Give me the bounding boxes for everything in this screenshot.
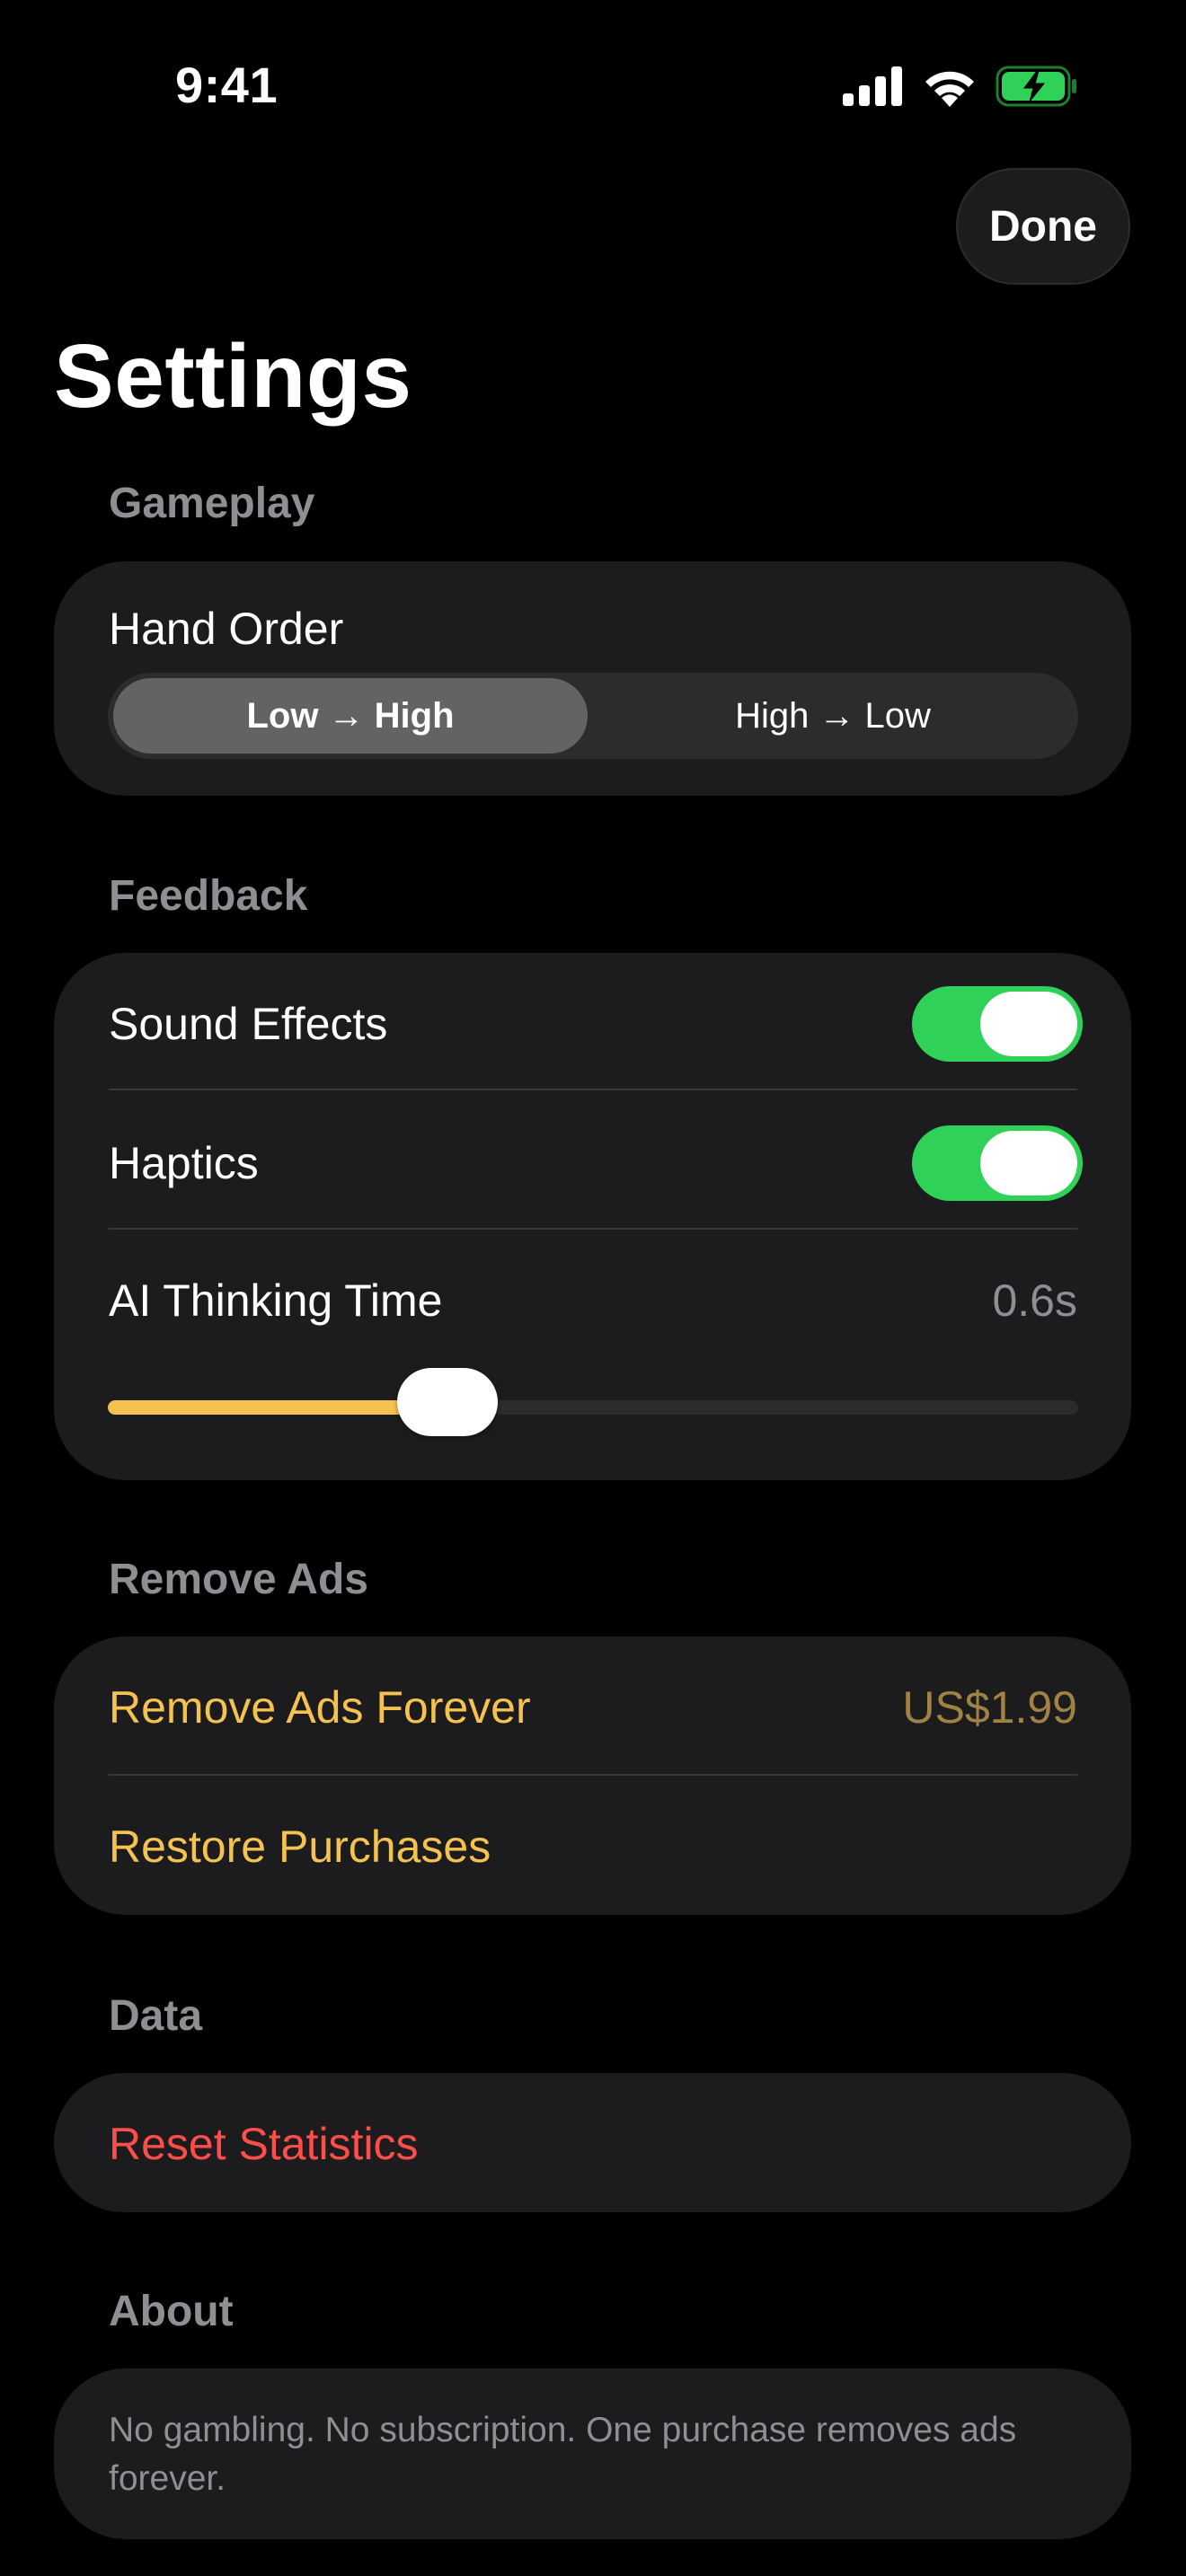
settings-screen: 9:41 Done Settings Gameplay Hand Order L… [0, 0, 1186, 2576]
data-card: Reset Statistics [54, 2073, 1131, 2212]
divider [109, 1089, 1077, 1090]
hand-order-label: Hand Order [109, 604, 344, 654]
page-title: Settings [54, 326, 412, 427]
section-header-remove-ads: Remove Ads [109, 1556, 368, 1603]
about-card: No gambling. No subscription. One purcha… [54, 2369, 1131, 2539]
about-text: No gambling. No subscription. One purcha… [109, 2411, 1017, 2498]
section-header-data: Data [109, 1992, 203, 2040]
battery-charging-icon [996, 66, 1078, 107]
divider [109, 1774, 1077, 1776]
cellular-signal-icon [843, 66, 904, 106]
ai-thinking-time-slider[interactable] [108, 1368, 1078, 1436]
done-button[interactable]: Done [956, 168, 1130, 285]
sound-effects-label: Sound Effects [109, 999, 388, 1049]
restore-purchases-button[interactable]: Restore Purchases [109, 1821, 491, 1873]
feedback-card: Sound Effects Haptics AI Thinking Time 0… [54, 953, 1131, 1480]
ai-thinking-time-label: AI Thinking Time [109, 1275, 443, 1326]
ai-thinking-time-value: 0.6s [992, 1275, 1077, 1326]
divider [109, 1228, 1077, 1230]
sound-effects-toggle[interactable] [912, 986, 1083, 1062]
remove-ads-price: US$1.99 [902, 1682, 1077, 1733]
hand-order-segmented-control: Low → High High → Low [108, 673, 1078, 759]
slider-thumb[interactable] [397, 1368, 498, 1436]
section-header-gameplay: Gameplay [109, 480, 315, 527]
reset-statistics-button[interactable]: Reset Statistics [109, 2118, 419, 2170]
haptics-label: Haptics [109, 1138, 259, 1188]
toggle-knob [980, 992, 1077, 1056]
segment-low-to-high[interactable]: Low → High [113, 678, 588, 754]
remove-ads-forever-button[interactable]: Remove Ads Forever [109, 1681, 531, 1734]
wifi-icon [922, 66, 978, 107]
status-time: 9:41 [175, 57, 279, 113]
gameplay-card: Hand Order Low → High High → Low [54, 561, 1131, 796]
remove-ads-card: Remove Ads Forever US$1.99 Restore Purch… [54, 1636, 1131, 1915]
section-header-feedback: Feedback [109, 872, 308, 920]
segment-high-to-low[interactable]: High → Low [593, 678, 1073, 754]
haptics-toggle[interactable] [912, 1125, 1083, 1201]
toggle-knob [980, 1131, 1077, 1195]
status-icons [843, 63, 1078, 110]
section-header-about: About [109, 2288, 234, 2335]
